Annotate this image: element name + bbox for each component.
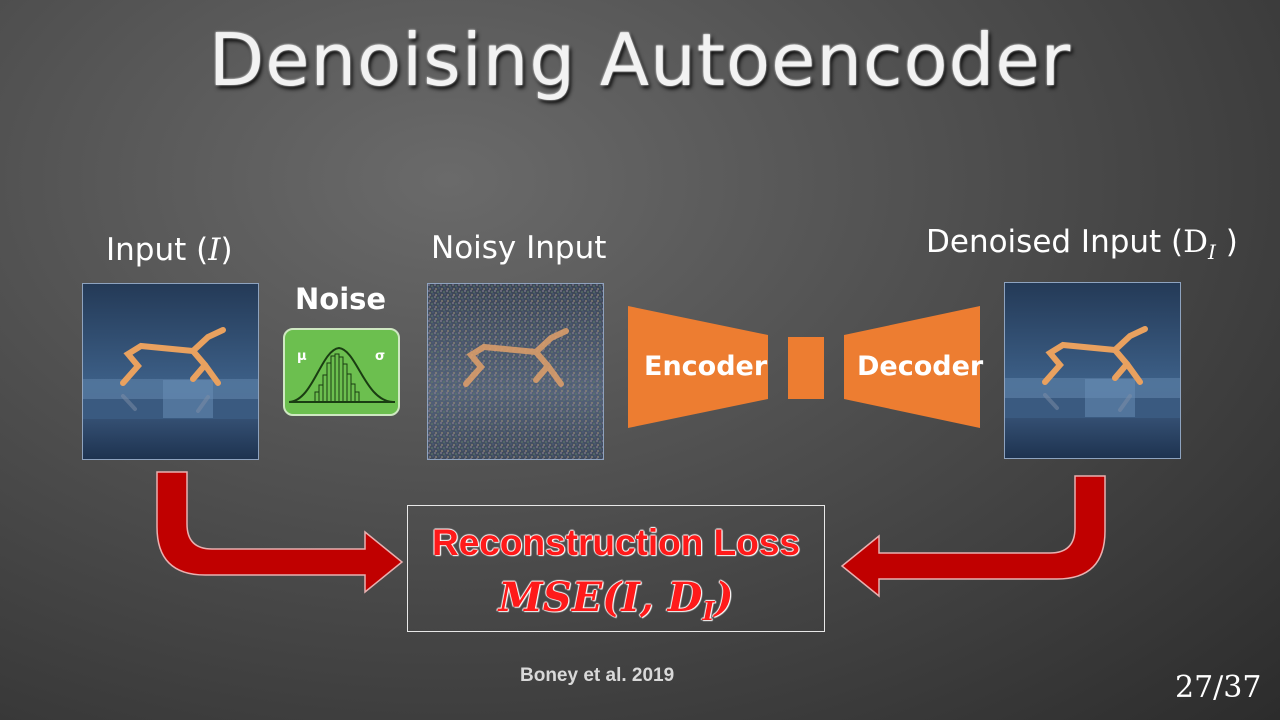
left-arrow-icon — [156, 471, 404, 594]
citation: Boney et al. 2019 — [520, 665, 675, 686]
right-arrow-icon — [840, 475, 1106, 598]
loss-title: Reconstruction Loss — [432, 522, 800, 563]
reconstruction-loss-box: Reconstruction Loss MSE(I, DI) — [407, 505, 825, 632]
loss-formula: MSE(I, DI) — [498, 574, 734, 627]
page-number: 27/37 — [1175, 670, 1262, 705]
